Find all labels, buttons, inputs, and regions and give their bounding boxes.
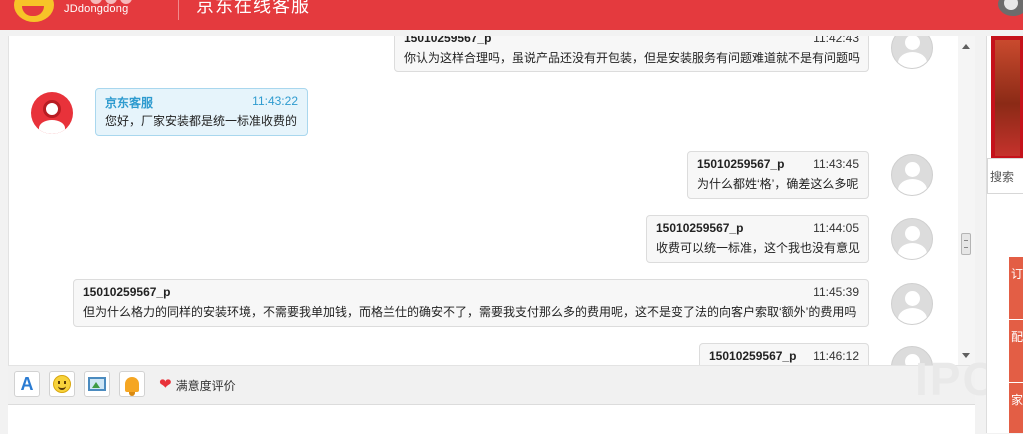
- user-avatar-icon: [891, 283, 933, 325]
- message-time: 11:45:39: [813, 285, 859, 299]
- search-label: 搜索: [990, 170, 1015, 184]
- rating-label: 满意度评价: [175, 378, 236, 393]
- scroll-up-arrow-icon[interactable]: [962, 44, 970, 49]
- rating-button[interactable]: ❤ 满意度评价: [159, 376, 236, 394]
- user-avatar-icon: [891, 36, 933, 69]
- message-bubble: 15010259567_p 11:45:39 但为什么格力的同样的安装环境，不需…: [73, 279, 869, 327]
- chat-scrollbar[interactable]: [958, 36, 975, 365]
- user-avatar-icon: [891, 154, 933, 196]
- smiley-icon: [53, 375, 71, 393]
- message-bubble: 15010259567_p 11:44:05 收费可以统一标准，这个我也没有意见: [646, 215, 869, 263]
- message-text: 为什么都姓‘格’，确差这么多呢: [697, 177, 859, 191]
- chat-history[interactable]: 15010259567_p 11:42:43 你认为这样合理吗，虽说产品还没有开…: [8, 36, 959, 365]
- message-input[interactable]: [8, 404, 975, 434]
- heart-icon: ❤: [159, 376, 172, 393]
- window-title: 京东在线客服: [196, 0, 310, 16]
- shake-button[interactable]: [119, 371, 145, 397]
- message-sender: 15010259567_p: [709, 349, 797, 363]
- side-tab-home[interactable]: 家: [1009, 383, 1023, 433]
- message-text: 您好，厂家安装都是统一标准收费的: [105, 114, 298, 128]
- side-tab-label: 订: [1011, 267, 1023, 281]
- font-button[interactable]: A: [14, 371, 40, 397]
- agent-avatar-icon[interactable]: [998, 0, 1023, 16]
- message-text: 收费可以统一标准，这个我也没有意见: [656, 241, 861, 255]
- emoji-button[interactable]: [49, 371, 75, 397]
- message-sender: 15010259567_p: [404, 36, 492, 45]
- input-toolbar: A ❤ 满意度评价: [8, 365, 975, 404]
- message-sender: 15010259567_p: [697, 157, 785, 171]
- side-tab-label: 家: [1011, 393, 1023, 407]
- message-text: 但为什么格力的同样的安装环境，不需要我单加钱，而格兰仕的确安不了，需要我支付那么…: [83, 305, 857, 319]
- message-sender: 京东客服: [105, 96, 154, 110]
- user-avatar-icon: [891, 218, 933, 260]
- app-header: JDdongdong 京东在线客服: [0, 0, 1023, 30]
- side-tab-label: 配: [1011, 330, 1023, 344]
- message-time: 11:46:12: [813, 349, 859, 363]
- message-bubble: 15010259567_p 11:42:43 你认为这样合理吗，虽说产品还没有开…: [394, 36, 869, 72]
- scroll-thumb[interactable]: [961, 233, 971, 255]
- logo-text: JDdongdong: [64, 3, 129, 15]
- message-time: 11:42:43: [813, 36, 859, 45]
- message-time: 11:43:45: [813, 157, 859, 171]
- message-text: 你认为这样合理吗，虽说产品还没有开包装，但是安装服务有问题难道就不是有问题吗: [404, 51, 861, 65]
- message-time: 11:44:05: [813, 221, 859, 235]
- bell-icon: [125, 376, 139, 396]
- side-tab-delivery[interactable]: 配: [1009, 320, 1023, 382]
- message-bubble: 京东客服 11:43:22 您好，厂家安装都是统一标准收费的: [95, 88, 308, 136]
- header-divider: [178, 0, 179, 20]
- service-avatar-icon: [31, 92, 73, 134]
- right-side-panel: 搜索 订 配 家: [986, 36, 1023, 433]
- message-bubble: 15010259567_p 11:43:45 为什么都姓‘格’，确差这么多呢: [687, 151, 869, 199]
- message-sender: 15010259567_p: [83, 285, 171, 299]
- search-box[interactable]: 搜索: [987, 158, 1023, 194]
- message-time: 11:43:22: [252, 94, 298, 108]
- side-tab-order[interactable]: 订: [1009, 257, 1023, 319]
- message-bubble: 15010259567_p 11:46:12: [699, 343, 869, 365]
- image-button[interactable]: [84, 371, 110, 397]
- promo-banner[interactable]: [991, 36, 1023, 160]
- message-sender: 15010259567_p: [656, 221, 744, 235]
- image-icon: [88, 377, 106, 391]
- font-icon: A: [20, 373, 34, 394]
- jd-mascot-logo-icon: [14, 0, 54, 22]
